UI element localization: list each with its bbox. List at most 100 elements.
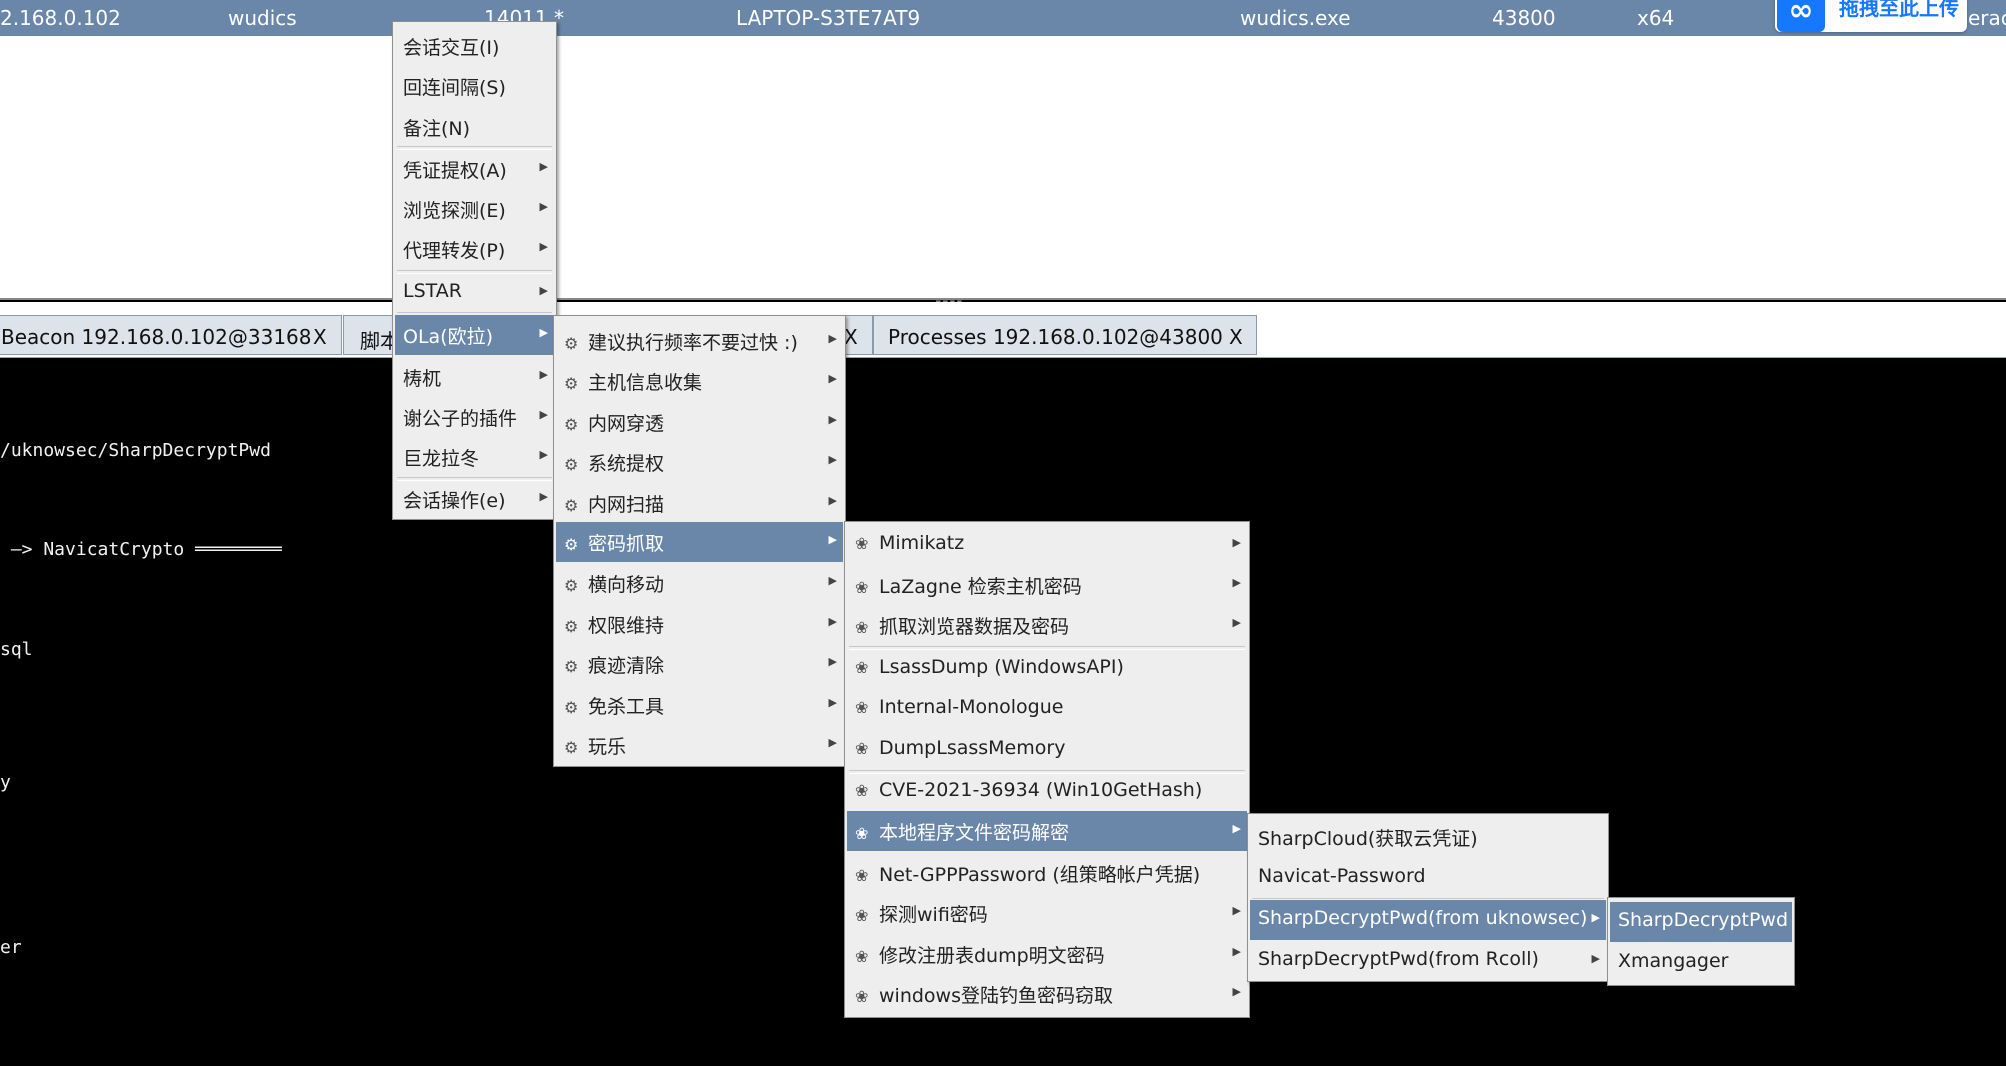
menu-item-label: 建议执行频率不要过快 :) xyxy=(588,332,798,354)
menu-item-label: 梼杌 xyxy=(403,368,442,390)
menu-item-label: 修改注册表dump明文密码 xyxy=(879,945,1105,967)
menu-item-net-gpppassword[interactable]: ❀ Net-GPPPassword (组策略帐户凭据) xyxy=(847,853,1247,891)
menu-item-registry-dump[interactable]: ❀ 修改注册表dump明文密码 ▶ xyxy=(847,934,1247,972)
menu-item-login-phish[interactable]: ❀ windows登陆钓鱼密码窃取 ▶ xyxy=(847,974,1247,1012)
menu-item-label: 系统提权 xyxy=(588,453,665,475)
menu-item-xie-plugins[interactable]: 谢公子的插件 ▶ xyxy=(395,397,554,435)
flower-icon: ❀ xyxy=(855,947,869,966)
menu-item-xmangager[interactable]: Xmangager xyxy=(1610,943,1792,981)
menu-item-ola[interactable]: OLa(欧拉) ▶ xyxy=(395,315,554,355)
menu-item-cve-2021-36934[interactable]: ❀ CVE-2021-36934 (Win10GetHash) xyxy=(847,772,1247,810)
submenu-arrow-icon: ▶ xyxy=(828,696,837,709)
menu-item-label: 回连间隔(S) xyxy=(403,77,506,99)
menu-item-dumplsassmemory[interactable]: ❀ DumpLsassMemory xyxy=(847,730,1247,768)
menu-item-navicat-password[interactable]: Navicat-Password xyxy=(1250,858,1606,896)
menu-item-session-ops[interactable]: 会话操作(e) ▶ xyxy=(395,479,554,517)
menu-item-credentials[interactable]: 凭证提权(A) ▶ xyxy=(395,149,554,187)
menu-item-note[interactable]: 备注(N) xyxy=(395,107,554,145)
menu-item-label: LsassDump (WindowsAPI) xyxy=(879,656,1124,678)
gear-cluster-icon: ⚙ xyxy=(564,415,579,434)
menu-item-host-info[interactable]: ⚙ 主机信息收集 ▶ xyxy=(556,361,843,399)
menu-item-sleep[interactable]: 回连间隔(S) xyxy=(395,66,554,104)
console-line: er xyxy=(0,937,22,958)
menu-item-label: LSTAR xyxy=(403,280,462,302)
menu-item-sharpdecryptpwd-rcoll[interactable]: SharpDecryptPwd(from Rcoll) ▶ xyxy=(1250,941,1606,979)
menu-item-taowu[interactable]: 梼杌 ▶ xyxy=(395,357,554,395)
tab-processes[interactable]: Processes 192.168.0.102@43800 X xyxy=(873,315,1257,355)
menu-item-label: 本地程序文件密码解密 xyxy=(879,822,1070,844)
menu-item-explore[interactable]: 浏览探测(E) ▶ xyxy=(395,189,554,227)
menu-item-tunnel[interactable]: ⚙ 内网穿透 ▶ xyxy=(556,402,843,440)
menu-item-intranet-scan[interactable]: ⚙ 内网扫描 ▶ xyxy=(556,483,843,521)
menu-item-password-grab[interactable]: ⚙ 密码抓取 ▶ xyxy=(556,522,843,562)
submenu-arrow-icon: ▶ xyxy=(1232,536,1241,549)
tab-beacon-close-icon[interactable]: X xyxy=(313,325,327,349)
menu-item-sharpdecryptpwd[interactable]: SharpDecryptPwd xyxy=(1610,902,1792,942)
menu-item-label: windows登陆钓鱼密码窃取 xyxy=(879,985,1113,1007)
session-pid: 43800 xyxy=(1492,6,1556,30)
flower-icon: ❀ xyxy=(855,658,869,677)
menu-item-session-interact[interactable]: 会话交互(I) xyxy=(395,26,554,64)
menu-item-pivoting[interactable]: 代理转发(P) ▶ xyxy=(395,229,554,267)
menu-item-mimikatz[interactable]: ❀ Mimikatz ▶ xyxy=(847,525,1247,563)
context-menu-main: 会话交互(I) 回连间隔(S) 备注(N) 凭证提权(A) ▶ 浏览探测(E) ▶ … xyxy=(392,21,557,520)
flower-icon: ❀ xyxy=(855,866,869,885)
menu-item-ola-tip[interactable]: ⚙ 建议执行频率不要过快 :) ▶ xyxy=(556,321,843,359)
gear-cluster-icon: ⚙ xyxy=(564,617,579,636)
split-divider[interactable] xyxy=(0,298,2006,300)
tab-script-close-icon[interactable]: X xyxy=(844,325,858,349)
menu-item-lateral[interactable]: ⚙ 横向移动 ▶ xyxy=(556,563,843,601)
gear-cluster-icon: ⚙ xyxy=(564,657,579,676)
menu-item-wifi[interactable]: ❀ 探测wifi密码 ▶ xyxy=(847,893,1247,931)
submenu-arrow-icon: ▶ xyxy=(1232,904,1241,917)
menu-item-browser-data[interactable]: ❀ 抓取浏览器数据及密码 ▶ xyxy=(847,605,1247,643)
session-row-selected[interactable]: 2.168.0.102 wudics 14011 * LAPTOP-S3TE7A… xyxy=(0,0,2006,36)
gear-cluster-icon: ⚙ xyxy=(564,455,579,474)
menu-item-label: 权限维持 xyxy=(588,615,665,637)
menu-item-label: SharpDecryptPwd(from Rcoll) xyxy=(1258,948,1539,970)
menu-item-lsassdump[interactable]: ❀ LsassDump (WindowsAPI) xyxy=(847,649,1247,687)
submenu-arrow-icon: ▶ xyxy=(828,736,837,749)
submenu-arrow-icon: ▶ xyxy=(828,615,837,628)
gear-cluster-icon: ⚙ xyxy=(564,334,579,353)
menu-item-fun[interactable]: ⚙ 玩乐 ▶ xyxy=(556,725,843,763)
menu-item-av-evasion[interactable]: ⚙ 免杀工具 ▶ xyxy=(556,685,843,723)
menu-item-trace-clear[interactable]: ⚙ 痕迹清除 ▶ xyxy=(556,644,843,682)
submenu-arrow-icon: ▶ xyxy=(539,240,548,253)
menu-item-label: Xmangager xyxy=(1618,950,1729,972)
session-process: wudics.exe xyxy=(1240,6,1351,30)
upload-badge[interactable]: ∞ 拖拽至此上传 xyxy=(1775,0,1967,32)
tab-processes-close-icon[interactable]: X xyxy=(1229,325,1243,349)
menu-item-label: Mimikatz xyxy=(879,532,965,554)
flower-icon: ❀ xyxy=(855,618,869,637)
menu-item-lstar[interactable]: LSTAR ▶ xyxy=(395,273,554,311)
gear-cluster-icon: ⚙ xyxy=(564,738,579,757)
menu-item-label: 备注(N) xyxy=(403,118,471,140)
menu-item-label: 免杀工具 xyxy=(588,696,665,718)
menu-item-internal-monologue[interactable]: ❀ Internal-Monologue xyxy=(847,689,1247,727)
menu-item-label: Navicat-Password xyxy=(1258,865,1426,887)
menu-item-label: 会话交互(I) xyxy=(403,37,500,59)
menu-item-persistence[interactable]: ⚙ 权限维持 ▶ xyxy=(556,604,843,642)
submenu-arrow-icon: ▶ xyxy=(828,332,837,345)
menu-item-label: Net-GPPPassword (组策略帐户凭据) xyxy=(879,864,1201,886)
menu-item-sharpdecryptpwd-uknowsec[interactable]: SharpDecryptPwd(from uknowsec) ▶ xyxy=(1250,900,1606,940)
menu-item-label: CVE-2021-36934 (Win10GetHash) xyxy=(879,779,1203,801)
menu-item-privesc[interactable]: ⚙ 系统提权 ▶ xyxy=(556,442,843,480)
submenu-arrow-icon: ▶ xyxy=(828,494,837,507)
menu-item-lazagne[interactable]: ❀ LaZagne 检索主机密码 ▶ xyxy=(847,565,1247,603)
menu-item-label: 探测wifi密码 xyxy=(879,904,988,926)
submenu-arrow-icon: ▶ xyxy=(828,533,837,546)
submenu-arrow-icon: ▶ xyxy=(1232,822,1241,835)
session-arch: x64 xyxy=(1637,6,1675,30)
menu-item-label: 谢公子的插件 xyxy=(403,408,518,430)
menu-item-label: SharpCloud(获取云凭证) xyxy=(1258,828,1478,850)
submenu-arrow-icon: ▶ xyxy=(539,160,548,173)
submenu-arrow-icon: ▶ xyxy=(539,448,548,461)
gear-cluster-icon: ⚙ xyxy=(564,496,579,515)
tab-beacon[interactable]: Beacon 192.168.0.102@33168 X xyxy=(0,315,342,355)
menu-item-ladon[interactable]: 巨龙拉冬 ▶ xyxy=(395,437,554,475)
menu-item-sharpcloud[interactable]: SharpCloud(获取云凭证) xyxy=(1250,817,1606,855)
menu-item-local-decrypt[interactable]: ❀ 本地程序文件密码解密 ▶ xyxy=(847,811,1247,851)
session-trailing: erac xyxy=(1968,6,2006,30)
